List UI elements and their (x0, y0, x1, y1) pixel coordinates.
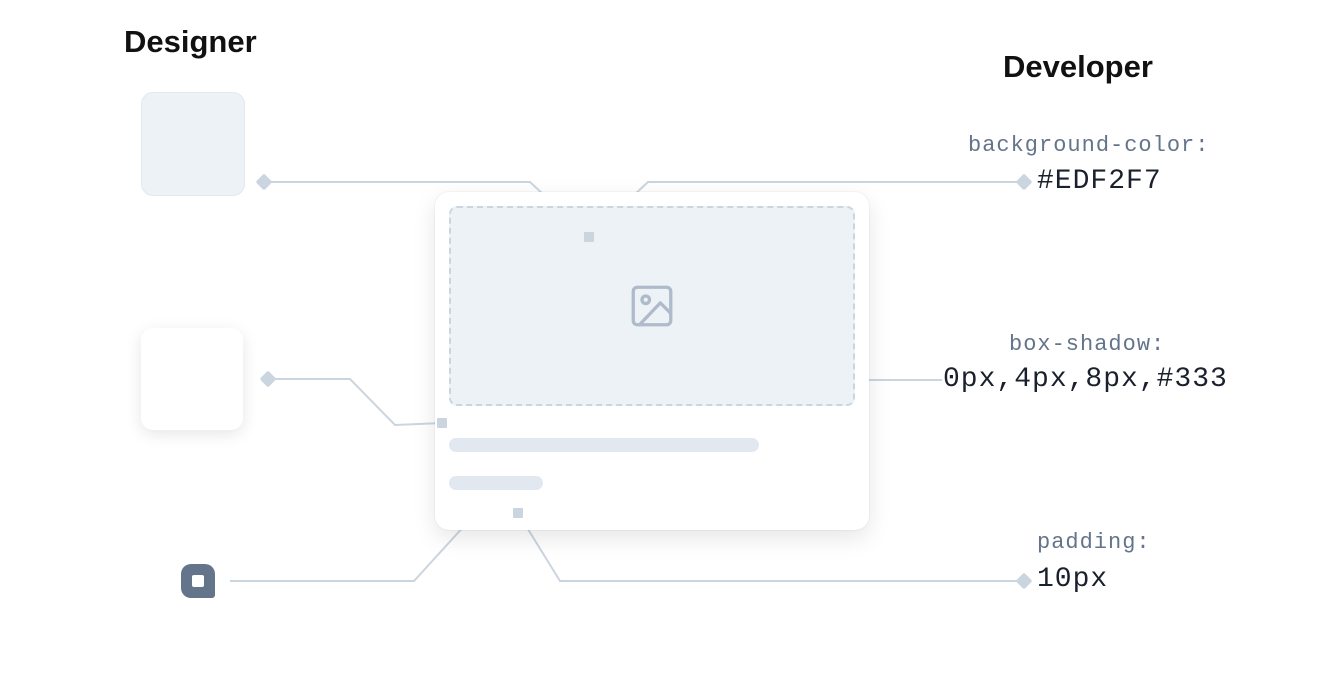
connector-node (513, 508, 523, 518)
connector-node (256, 174, 273, 191)
swatch-background-color (141, 92, 245, 196)
connector-node (584, 232, 594, 242)
image-placeholder-icon (627, 281, 677, 331)
text-placeholder-line (449, 476, 543, 490)
connector-node (1016, 573, 1033, 590)
ui-component-mock (435, 192, 869, 530)
value-background-color: #EDF2F7 (1037, 166, 1162, 197)
text-placeholder-line (449, 438, 759, 452)
connector-node (260, 371, 277, 388)
connector-node (1016, 174, 1033, 191)
label-background-color: background-color: (968, 133, 1209, 158)
heading-developer: Developer (1003, 49, 1153, 85)
label-box-shadow: box-shadow: (1009, 332, 1165, 357)
value-box-shadow: 0px,4px,8px,#333 (943, 364, 1228, 395)
label-padding: padding: (1037, 530, 1151, 555)
swatch-padding (181, 564, 215, 598)
heading-designer: Designer (124, 24, 257, 60)
value-padding: 10px (1037, 564, 1108, 595)
connector-node (437, 418, 447, 428)
image-placeholder-area (449, 206, 855, 406)
swatch-box-shadow (141, 328, 243, 430)
